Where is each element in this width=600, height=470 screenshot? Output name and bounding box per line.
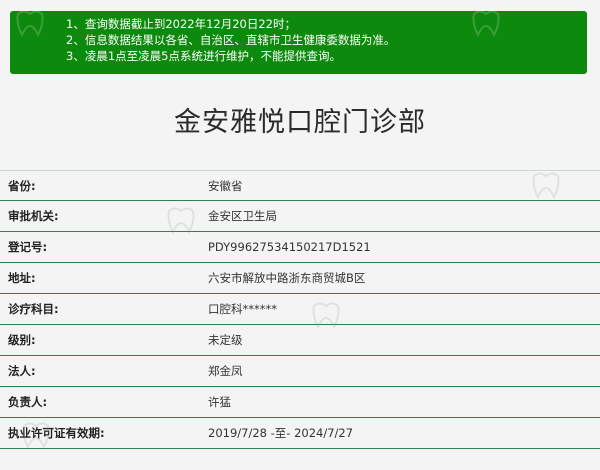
notice-line-3: 3、凌晨1点至凌晨5点系统进行维护，不能提供查询。 — [66, 49, 341, 63]
detail-row-license-validity: 执业许可证有效期: 2019/7/28 -至- 2024/7/27 — [0, 418, 600, 449]
detail-value: 口腔科****** — [208, 302, 277, 316]
detail-label: 负责人: — [8, 395, 48, 409]
detail-row-approval-authority: 审批机关: 金安区卫生局 — [0, 201, 600, 232]
detail-value: 未定级 — [208, 333, 243, 347]
detail-label: 诊疗科目: — [8, 302, 59, 316]
notice-line-1: 1、查询数据截止到2022年12月20日22时； — [66, 17, 296, 31]
detail-row-person-in-charge: 负责人: 许猛 — [0, 387, 600, 418]
notice-line-2: 2、信息数据结果以各省、自治区、直辖市卫生健康委数据为准。 — [66, 33, 396, 47]
detail-value: 六安市解放中路浙东商贸城B区 — [208, 271, 366, 285]
detail-row-address: 地址: 六安市解放中路浙东商贸城B区 — [0, 263, 600, 294]
detail-row-level: 级别: 未定级 — [0, 325, 600, 356]
detail-label: 法人: — [8, 364, 36, 378]
detail-value: 许猛 — [208, 395, 231, 409]
detail-label: 审批机关: — [8, 209, 59, 223]
notice-banner: 1、查询数据截止到2022年12月20日22时； 2、信息数据结果以各省、自治区… — [10, 11, 587, 74]
detail-row-province: 省份: 安徽省 — [0, 170, 600, 201]
detail-label: 登记号: — [8, 240, 48, 254]
detail-row-departments: 诊疗科目: 口腔科****** — [0, 294, 600, 325]
detail-value: 郑金凤 — [208, 364, 243, 378]
detail-row-registration-number: 登记号: PDY99627534150217D1521 — [0, 232, 600, 263]
detail-label: 级别: — [8, 333, 36, 347]
detail-label: 执业许可证有效期: — [8, 426, 105, 440]
detail-row-legal-person: 法人: 郑金凤 — [0, 356, 600, 387]
detail-label: 地址: — [8, 271, 36, 285]
detail-table: 省份: 安徽省 审批机关: 金安区卫生局 登记号: PDY99627534150… — [0, 170, 600, 449]
detail-value: 安徽省 — [208, 179, 243, 193]
page-title: 金安雅悦口腔门诊部 — [174, 107, 426, 138]
detail-label: 省份: — [8, 179, 36, 193]
detail-value: 2019/7/28 -至- 2024/7/27 — [208, 426, 354, 440]
detail-value: PDY99627534150217D1521 — [208, 240, 371, 254]
detail-value: 金安区卫生局 — [208, 209, 277, 223]
